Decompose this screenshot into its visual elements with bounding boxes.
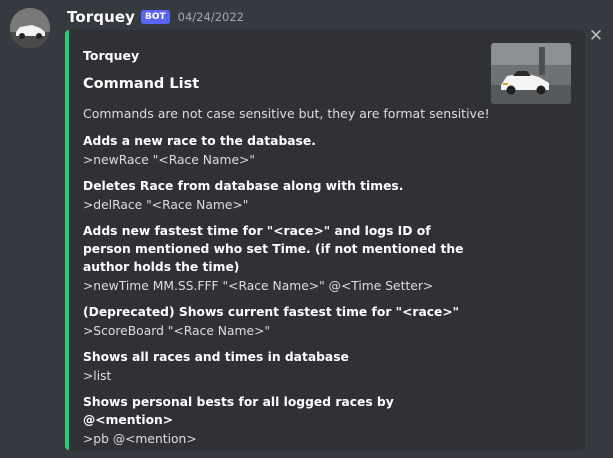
command-description: (Deprecated) Shows current fastest time …	[83, 305, 460, 319]
command-description: Deletes Race from database along with ti…	[83, 179, 404, 193]
message-timestamp: 04/24/2022	[177, 10, 244, 24]
embed-title: Command List	[83, 76, 200, 92]
command-item: Adds new fastest time for "<race>" and l…	[83, 222, 478, 295]
embed-description: Commands are not case sensitive but, the…	[83, 106, 490, 121]
command-description: Shows personal bests for all logged race…	[83, 395, 394, 427]
command-item: Shows personal bests for all logged race…	[83, 393, 478, 448]
embed-author: Torquey	[83, 48, 140, 63]
bot-tag-badge: BOT	[141, 10, 170, 24]
command-syntax: >newTime MM.SS.FFF "<Race Name>" @<Time …	[83, 279, 434, 293]
command-list-embed: Torquey Command List Commands are not ca…	[65, 30, 585, 450]
command-syntax: >ScoreBoard "<Race Name>"	[83, 324, 271, 338]
command-description: Adds a new race to the database.	[83, 134, 316, 148]
command-syntax: >newRace "<Race Name>"	[83, 153, 256, 167]
message-header: Torquey BOT 04/24/2022	[67, 7, 244, 27]
command-item: Shows all races and times in database >l…	[83, 348, 478, 385]
command-description: Shows all races and times in database	[83, 350, 349, 364]
embed-thumbnail-image[interactable]	[491, 43, 571, 104]
bot-avatar[interactable]	[10, 8, 50, 48]
chat-message: Torquey BOT 04/24/2022 ✕ Torquey Command…	[0, 0, 613, 458]
command-syntax: >list	[83, 369, 112, 383]
command-item: Deletes Race from database along with ti…	[83, 177, 478, 214]
command-syntax: >delRace "<Race Name>"	[83, 198, 249, 212]
command-item: Adds a new race to the database. >newRac…	[83, 132, 478, 169]
close-icon[interactable]: ✕	[588, 28, 604, 45]
command-description: Adds new fastest time for "<race>" and l…	[83, 224, 464, 274]
command-list: Adds a new race to the database. >newRac…	[83, 132, 478, 456]
command-syntax: >pb @<mention>	[83, 432, 197, 446]
command-item: (Deprecated) Shows current fastest time …	[83, 303, 478, 340]
username[interactable]: Torquey	[67, 8, 135, 26]
